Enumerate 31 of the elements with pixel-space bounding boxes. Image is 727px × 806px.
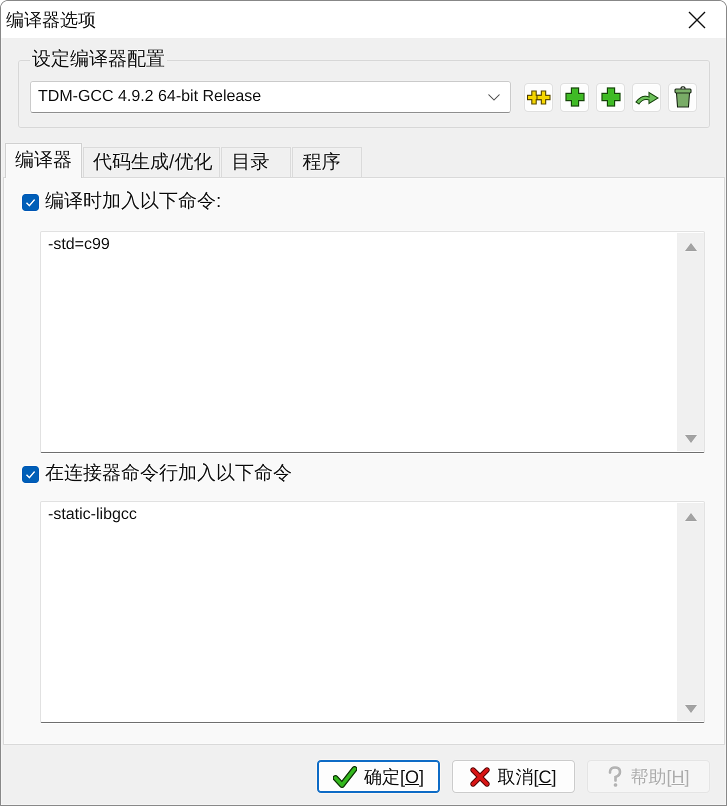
trash-icon — [674, 86, 692, 108]
group-label: 设定编译器配置 — [31, 49, 166, 71]
caret-icon — [488, 94, 500, 100]
plus-icon — [600, 87, 620, 107]
toolbar-button[interactable] — [632, 82, 661, 112]
command-field[interactable]: -static-libgcc — [40, 501, 705, 723]
question-icon — [607, 766, 624, 788]
window-title: 编译器选项 — [6, 8, 96, 32]
checkbox[interactable] — [22, 466, 39, 482]
cross-icon — [470, 766, 490, 786]
toolbar-button[interactable] — [560, 82, 589, 112]
tab[interactable]: 编译器 — [5, 143, 82, 178]
toolbar-button[interactable] — [668, 82, 697, 112]
toolbar-button[interactable] — [596, 82, 625, 112]
option-label: 在连接器命令行加入以下命令 — [45, 463, 292, 485]
toolbar-button[interactable] — [524, 82, 553, 112]
plus-icon — [564, 87, 584, 107]
tab[interactable]: 代码生成/优化 — [83, 147, 220, 177]
close-button[interactable] — [688, 10, 706, 28]
tab[interactable]: 目录 — [221, 147, 292, 177]
option-label: 编译时加入以下命令: — [45, 191, 222, 213]
arrow-icon — [634, 89, 658, 105]
checkbox[interactable] — [22, 194, 39, 210]
check-icon — [332, 766, 357, 788]
close-icon — [688, 10, 706, 28]
compiler-select[interactable]: TDM-GCC 4.9.2 64-bit Release — [30, 81, 511, 113]
command-field[interactable]: -std=c99 — [40, 231, 705, 453]
tab[interactable]: 程序 — [292, 147, 362, 177]
cancel-button[interactable]: 取消[C] — [452, 760, 575, 793]
double-plus-icon — [526, 88, 550, 106]
ok-button[interactable]: 确定[O] — [317, 760, 440, 793]
